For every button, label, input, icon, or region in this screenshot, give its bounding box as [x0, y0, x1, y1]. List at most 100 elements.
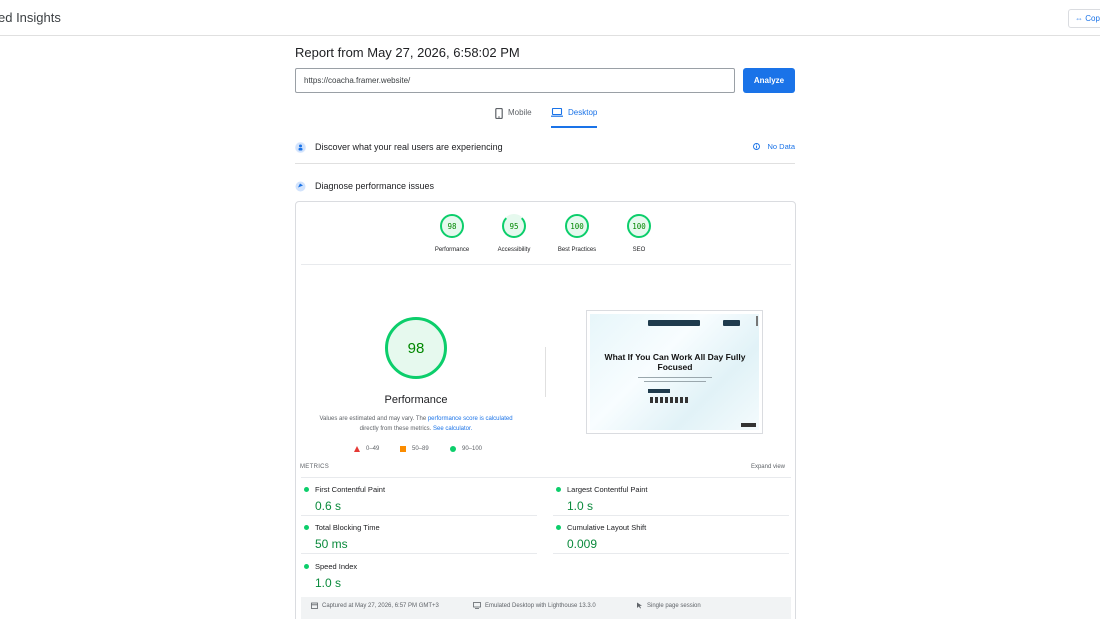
square-icon: [400, 446, 406, 452]
perf-desc-text-1: Values are estimated and may vary. The: [319, 416, 428, 422]
perf-desc-text-2: directly from these metrics.: [359, 426, 433, 432]
triangle-icon: [354, 446, 360, 452]
score-performance-label: Performance: [434, 247, 470, 253]
cursor-icon: [637, 602, 642, 609]
preview-nav: [648, 320, 700, 326]
metric-tbt: Total Blocking Time 50 ms: [301, 516, 537, 554]
emulated-device-label: Emulated Desktop with Lighthouse 13.3.0: [485, 602, 596, 609]
captured-at: Captured at May 27, 2026, 6:57 PM GMT+3: [311, 602, 439, 609]
metric-cls-value: 0.009: [567, 537, 598, 551]
preview-text-line: [644, 381, 706, 382]
no-data-status: No Data: [753, 142, 795, 151]
pass-icon: [304, 525, 309, 530]
final-screenshot[interactable]: What If You Can Work All Day Fully Focus…: [586, 310, 763, 434]
lighthouse-report: 98 Performance 95 Accessibility 100 Best…: [295, 201, 796, 619]
metric-si-value: 1.0 s: [315, 576, 342, 590]
score-performance[interactable]: 98 Performance: [422, 214, 482, 253]
metric-divider: [553, 553, 789, 554]
metric-lcp: Largest Contentful Paint 1.0 s: [553, 478, 789, 516]
crux-section-label: Discover what your real users are experi…: [315, 142, 503, 152]
metric-divider: [301, 553, 537, 554]
preview-text-line: [638, 377, 712, 378]
calendar-icon: [311, 602, 318, 609]
score-accessibility-gauge: 95: [502, 214, 526, 238]
preview-cta: [648, 389, 670, 393]
metric-fcp-value: 0.6 s: [315, 499, 342, 513]
metric-si-name: Speed Index: [315, 562, 358, 571]
metric-fcp: First Contentful Paint 0.6 s: [301, 478, 537, 516]
preview-logos: [650, 397, 690, 403]
metric-cls: Cumulative Layout Shift 0.009: [553, 516, 789, 554]
tab-desktop[interactable]: Desktop: [551, 108, 598, 128]
section-divider: [295, 163, 795, 164]
copy-link-button[interactable]: ⇔ Cop: [1068, 9, 1100, 28]
tab-desktop-label: Desktop: [568, 108, 598, 117]
performance-score-link[interactable]: performance score is calculated: [428, 416, 513, 422]
legend-pass: 90–100: [450, 446, 482, 452]
circle-icon: [450, 446, 456, 452]
desktop-icon: [473, 602, 481, 609]
metric-cls-name: Cumulative Layout Shift: [567, 523, 647, 532]
preview-button: [723, 320, 740, 326]
metric-fcp-name: First Contentful Paint: [315, 485, 386, 494]
legend-average: 50–89: [400, 446, 429, 452]
diagnose-section-label: Diagnose performance issues: [315, 181, 435, 191]
session-type-label: Single page session: [647, 602, 701, 609]
metric-si: Speed Index 1.0 s: [301, 555, 537, 593]
metric-lcp-name: Largest Contentful Paint: [567, 485, 648, 494]
legend-fail: 0–49: [354, 446, 379, 452]
metric-tbt-name: Total Blocking Time: [315, 523, 380, 532]
score-seo[interactable]: 100 SEO: [609, 214, 669, 253]
score-accessibility-label: Accessibility: [497, 247, 531, 253]
score-seo-gauge: 100: [627, 214, 651, 238]
url-input[interactable]: [295, 68, 735, 93]
lighthouse-icon: [295, 181, 306, 192]
metric-lcp-value: 1.0 s: [567, 499, 594, 513]
session-type: Single page session: [636, 602, 701, 609]
performance-title: Performance: [384, 394, 448, 406]
pass-icon: [304, 564, 309, 569]
preview-badge: [741, 423, 756, 427]
expand-view-toggle[interactable]: Expand view: [751, 464, 785, 470]
legend-pass-label: 90–100: [462, 446, 483, 452]
pass-icon: [556, 525, 561, 530]
legend-average-label: 50–89: [412, 446, 429, 452]
copy-link-label: Cop: [1085, 14, 1100, 23]
score-best-practices-gauge: 100: [565, 214, 589, 238]
see-calculator-link[interactable]: See calculator.: [433, 426, 472, 432]
performance-description: Values are estimated and may vary. The p…: [310, 414, 522, 434]
laptop-icon: [551, 108, 563, 117]
score-seo-label: SEO: [632, 247, 646, 253]
metrics-heading: METRICS: [300, 464, 330, 470]
metric-tbt-value: 50 ms: [315, 537, 348, 551]
pass-icon: [304, 487, 309, 492]
crux-section[interactable]: Discover what your real users are experi…: [295, 137, 795, 157]
tab-mobile-label: Mobile: [508, 108, 532, 117]
emulated-device: Emulated Desktop with Lighthouse 13.3.0: [473, 602, 596, 609]
runtime-settings: Captured at May 27, 2026, 6:57 PM GMT+3 …: [301, 597, 791, 619]
scores-divider: [301, 264, 791, 265]
score-accessibility[interactable]: 95 Accessibility: [484, 214, 544, 253]
performance-gauge: 98: [385, 317, 447, 379]
analyze-button[interactable]: Analyze: [743, 68, 795, 93]
screenshot-preview: What If You Can Work All Day Fully Focus…: [590, 314, 759, 430]
pass-icon: [556, 487, 561, 492]
legend-fail-label: 0–49: [366, 446, 380, 452]
vertical-divider: [545, 347, 546, 397]
no-data-label: No Data: [767, 142, 795, 151]
info-icon: [753, 143, 761, 150]
report-title: Report from May 27, 2026, 6:58:02 PM: [295, 45, 520, 60]
preview-scrollbar: [756, 316, 758, 326]
captured-at-label: Captured at May 27, 2026, 6:57 PM GMT+3: [322, 602, 439, 609]
users-icon: [295, 141, 306, 153]
diagnose-section: Diagnose performance issues: [295, 176, 795, 196]
score-performance-gauge: 98: [440, 214, 464, 238]
tab-mobile[interactable]: Mobile: [495, 108, 532, 128]
app-title: ed Insights: [0, 10, 61, 25]
link-icon: ⇔: [1075, 14, 1083, 23]
score-best-practices[interactable]: 100 Best Practices: [547, 214, 607, 253]
score-best-practices-label: Best Practices: [557, 247, 597, 253]
top-bar: ed Insights ⇔ Cop: [0, 0, 1100, 36]
phone-icon: [495, 108, 503, 119]
preview-headline: What If You Can Work All Day Fully Focus…: [604, 352, 746, 372]
